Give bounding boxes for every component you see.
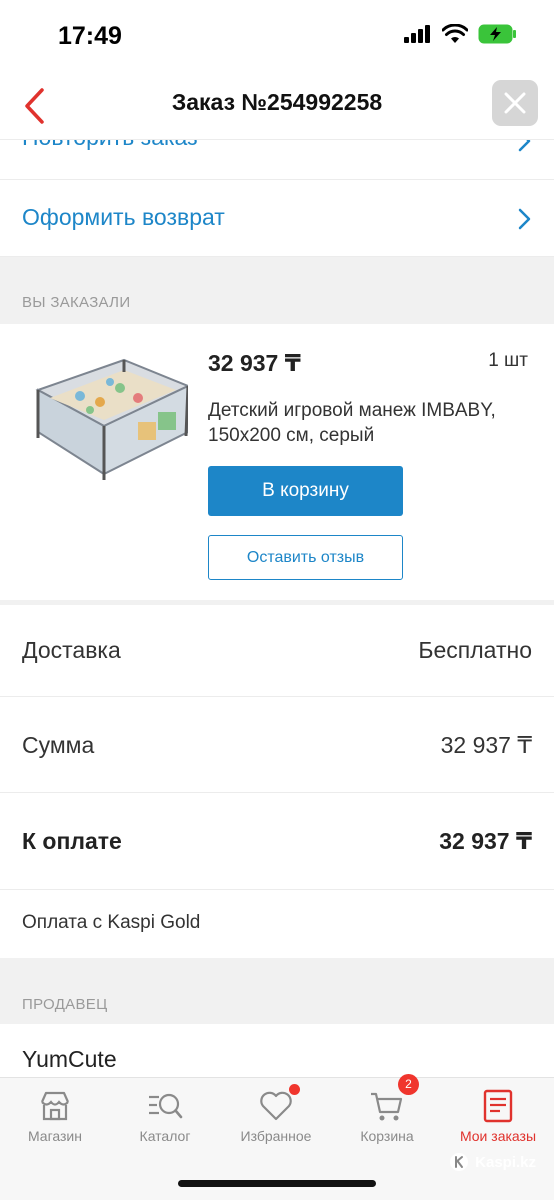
total-value: 32 937 ₸ <box>439 828 532 854</box>
delivery-row: Доставка Бесплатно <box>0 605 554 697</box>
product-price: 32 937 ₸ <box>208 350 301 376</box>
subtotal-label: Сумма <box>22 732 95 758</box>
tab-cart[interactable]: 2 Корзина <box>332 1074 442 1148</box>
chevron-right-icon <box>518 140 531 152</box>
catalog-search-icon <box>149 1093 183 1119</box>
order-details[interactable]: Повторить заказ Оформить возврат ВЫ ЗАКА… <box>0 140 554 1077</box>
tab-my-orders[interactable]: Мои заказы <box>443 1088 553 1148</box>
page-title: Заказ №254992258 <box>171 89 383 115</box>
tab-catalog[interactable]: Каталог <box>110 1088 220 1148</box>
product-quantity: 1 шт <box>488 350 528 371</box>
add-to-cart-button[interactable]: В корзину <box>208 466 403 516</box>
payment-method-row: Оплата с Kaspi Gold <box>0 890 554 958</box>
orders-icon <box>483 1089 513 1123</box>
kaspi-logo-icon <box>450 1153 469 1171</box>
repeat-order-label: Повторить заказ <box>22 140 198 151</box>
payment-method: Оплата с Kaspi Gold <box>22 912 201 933</box>
tab-store-label: Магазин <box>27 1128 82 1144</box>
tab-store[interactable]: Магазин <box>0 1088 110 1148</box>
tab-cart-label: Корзина <box>360 1128 414 1144</box>
kaspi-watermark: Kaspi.kz <box>449 1152 536 1172</box>
seller-name[interactable]: YumCute <box>22 1046 117 1073</box>
tab-favorites-label: Избранное <box>240 1128 312 1144</box>
cart-icon <box>371 1092 403 1121</box>
nav-bar: Заказ №254992258 <box>0 72 554 140</box>
repeat-order-row[interactable]: Повторить заказ <box>0 140 554 180</box>
product-name[interactable]: Детский игровой манеж IMBABY, 150x200 см… <box>208 398 508 448</box>
product-image[interactable] <box>20 342 188 488</box>
home-indicator[interactable] <box>178 1180 376 1187</box>
watermark-text: Kaspi.kz <box>475 1153 536 1171</box>
ordered-section-header: ВЫ ЗАКАЗАЛИ <box>0 257 554 324</box>
seller-section-header: ПРОДАВЕЦ <box>0 958 554 1024</box>
store-icon <box>40 1091 70 1121</box>
product-card: 32 937 ₸ 1 шт Детский игровой манеж IMBA… <box>0 324 554 600</box>
cart-badge: 2 <box>398 1074 419 1095</box>
seller-row[interactable]: YumCute <box>0 1024 554 1077</box>
close-icon <box>504 92 526 114</box>
wifi-icon <box>442 24 468 43</box>
return-order-row[interactable]: Оформить возврат <box>0 180 554 257</box>
favorites-badge-dot <box>289 1084 300 1095</box>
tab-catalog-label: Каталог <box>139 1128 191 1144</box>
status-icons <box>404 24 518 44</box>
return-order-label: Оформить возврат <box>22 204 225 230</box>
battery-charging-icon <box>478 24 516 44</box>
signal-icon <box>404 25 430 43</box>
delivery-value: Бесплатно <box>418 637 532 663</box>
ordered-header: ВЫ ЗАКАЗАЛИ <box>22 294 131 311</box>
total-label: К оплате <box>22 828 122 854</box>
status-time: 17:49 <box>58 22 122 50</box>
leave-review-button[interactable]: Оставить отзыв <box>208 535 403 580</box>
chevron-right-icon <box>518 208 531 230</box>
status-bar: 17:49 <box>0 0 554 72</box>
tab-my-orders-label: Мои заказы <box>459 1128 537 1144</box>
seller-header: ПРОДАВЕЦ <box>22 996 108 1013</box>
tab-favorites[interactable]: Избранное <box>221 1084 331 1148</box>
subtotal-row: Сумма 32 937 ₸ <box>0 697 554 793</box>
close-button[interactable] <box>492 80 538 126</box>
subtotal-value: 32 937 ₸ <box>440 732 532 758</box>
total-row: К оплате 32 937 ₸ <box>0 793 554 890</box>
delivery-label: Доставка <box>22 637 121 663</box>
heart-icon <box>260 1091 292 1121</box>
